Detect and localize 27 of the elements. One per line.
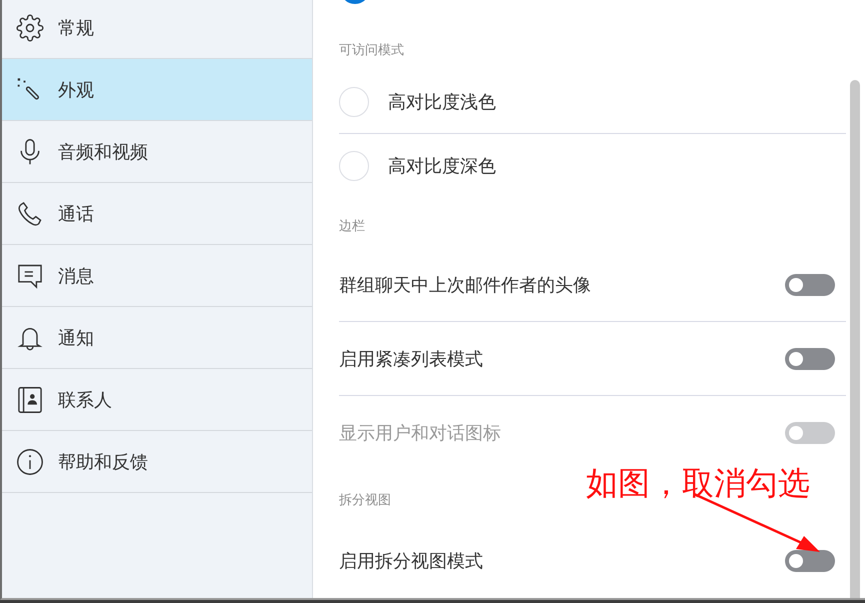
toggle-switch[interactable] <box>785 274 835 296</box>
setting-label: 启用紧凑列表模式 <box>339 348 483 370</box>
sidebar-item[interactable]: 通话 <box>2 183 312 245</box>
toggle-switch[interactable] <box>785 550 835 572</box>
option-label: 高对比度浅色 <box>388 90 496 114</box>
option-label: 高对比度深色 <box>388 155 496 178</box>
sidebar-item[interactable]: 外观 <box>2 59 312 121</box>
setting-label: 群组聊天中上次邮件作者的头像 <box>339 274 591 296</box>
sidebar-item[interactable]: 音频和视频 <box>2 121 312 183</box>
info-icon <box>16 448 44 476</box>
scrollbar-thumb[interactable] <box>850 80 860 598</box>
annotation-text: 如图，取消勾选 <box>586 463 810 504</box>
sidebar-item[interactable]: 帮助和反馈 <box>2 431 312 493</box>
radio-button[interactable] <box>339 86 369 116</box>
section-heading: 拆分视图 <box>339 493 391 508</box>
section-heading: 边栏 <box>339 219 365 234</box>
setting-label: 显示用户和对话图标 <box>339 422 501 445</box>
toggle-switch[interactable] <box>785 348 835 370</box>
phone-icon <box>16 200 44 228</box>
setting-label: 启用拆分视图模式 <box>339 550 483 573</box>
radio-button[interactable] <box>339 151 369 181</box>
sidebar-item[interactable]: 消息 <box>2 245 312 307</box>
sidebar-item[interactable]: 通知 <box>2 307 312 369</box>
gear-icon <box>16 14 44 42</box>
contact-book-icon <box>16 386 44 414</box>
section-heading: 可访问模式 <box>339 43 404 58</box>
sidebar-item[interactable]: 联系人 <box>2 369 312 431</box>
